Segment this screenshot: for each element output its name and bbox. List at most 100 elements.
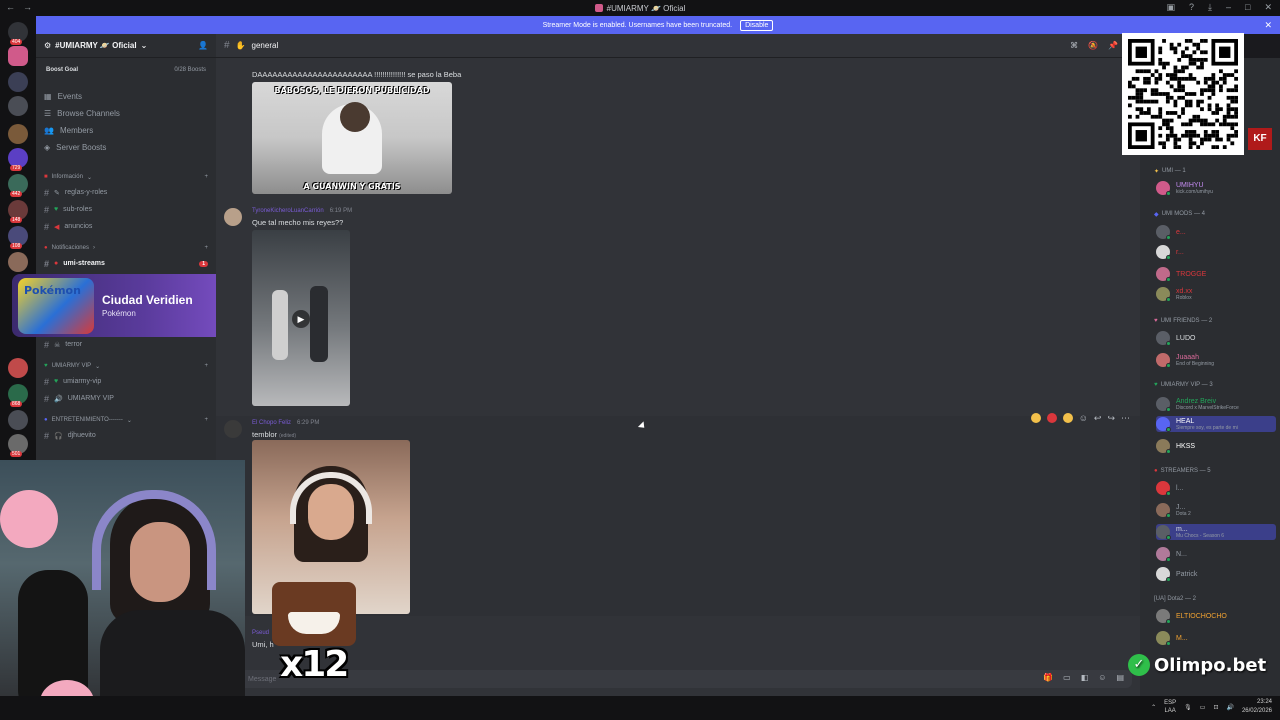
language-indicator[interactable]: ESP LAA <box>1164 699 1176 715</box>
member-row[interactable]: e... <box>1156 224 1276 240</box>
reaction-heart-icon[interactable] <box>1046 413 1057 423</box>
voice-channel-umiarmy-vip[interactable]: # 🔊 UMIARMY VIP <box>36 390 216 407</box>
chevron-up-icon[interactable]: ⌃ <box>1151 704 1156 711</box>
guild-icon[interactable]: 729 <box>8 148 28 171</box>
category-info[interactable]: ■ Información ⌄ + <box>36 170 216 184</box>
sticker-icon[interactable]: ◧ <box>1081 673 1089 682</box>
category-umiarmy-vip[interactable]: ♥ UMIARMY VIP ⌄ + <box>36 359 216 373</box>
reply-icon[interactable]: ↩ <box>1094 413 1102 424</box>
qr-module <box>1188 141 1193 146</box>
avatar[interactable] <box>224 420 242 438</box>
apps-icon[interactable]: ▤ <box>1116 673 1124 682</box>
qr-module <box>1173 69 1178 74</box>
guild-icon[interactable] <box>8 96 28 116</box>
channel-umi-streams[interactable]: # ● umi-streams 1 <box>36 255 216 272</box>
server-header[interactable]: ⚙ #UMIARMY 🪐 Oficial ⌄ 👤 <box>36 34 216 58</box>
author-name[interactable]: El Chopo Feliz <box>252 420 291 426</box>
guild-icon[interactable]: 442 <box>8 174 28 197</box>
member-row[interactable]: l... <box>1156 480 1276 496</box>
member-row[interactable]: N... <box>1156 546 1276 562</box>
now-playing-activity[interactable]: Pokémon Ciudad Veridien Pokémon <box>12 274 232 337</box>
help-icon[interactable]: ? <box>1189 2 1194 13</box>
guild-icon[interactable]: 501 <box>8 434 28 457</box>
video-attachment[interactable]: ▶ <box>252 230 350 406</box>
member-row[interactable]: TROGGE <box>1156 266 1276 282</box>
gift-icon[interactable]: 🎁 <box>1043 673 1053 682</box>
forward-icon[interactable]: ↪ <box>1107 413 1115 424</box>
member-row[interactable]: M... <box>1156 630 1276 646</box>
qr-module <box>1158 73 1163 77</box>
channel-anuncios[interactable]: # ◀ anuncios <box>36 218 216 235</box>
disable-button[interactable]: Disable <box>740 19 774 31</box>
mic-icon[interactable]: 🎙 <box>1184 704 1192 711</box>
home-button[interactable]: 404 <box>8 22 28 45</box>
back-icon[interactable]: ← <box>6 2 15 12</box>
banner-close-icon[interactable]: ✕ <box>1264 20 1272 31</box>
guild-icon[interactable] <box>8 252 28 272</box>
invite-icon[interactable]: 👤 <box>198 41 208 50</box>
download-icon[interactable]: ⤓ <box>1208 2 1212 13</box>
guild-icon[interactable]: 148 <box>8 200 28 223</box>
add-channel-icon[interactable]: + <box>204 417 208 423</box>
clock[interactable]: 23:24 26/02/2026 <box>1242 698 1272 716</box>
reaction-smile-icon[interactable] <box>1062 413 1073 423</box>
member-row[interactable]: Juaaah End of Beginning <box>1156 352 1276 368</box>
member-row[interactable]: r... <box>1156 244 1276 260</box>
category-entretenimiento[interactable]: ● ENTRETENIMIENTO------- ⌄ + <box>36 413 216 427</box>
boost-goal[interactable]: Boost Goal 0/28 Boosts <box>42 62 210 78</box>
voice-channel-djhuevito[interactable]: # 🎧 djhuevito <box>36 427 216 444</box>
guild-icon[interactable]: 868 <box>8 384 28 407</box>
add-channel-icon[interactable]: + <box>204 174 208 180</box>
member-row[interactable]: m... Mu Chocs - Season 6 <box>1156 524 1276 540</box>
volume-icon[interactable]: 🔊 <box>1226 704 1233 711</box>
add-reaction-icon[interactable]: ☺ <box>1079 413 1088 424</box>
channel-umiarmy-vip[interactable]: # ♥ umiarmy-vip <box>36 373 216 390</box>
inbox-icon[interactable]: ▣ <box>1166 2 1175 13</box>
more-icon[interactable]: ⋯ <box>1121 413 1130 424</box>
guild-icon[interactable] <box>8 358 28 378</box>
member-row[interactable]: Andrez Breiv Discord x MarvelStrikeForce <box>1156 396 1276 412</box>
add-channel-icon[interactable]: + <box>204 363 208 369</box>
nav-members[interactable]: 👥 Members <box>36 122 216 139</box>
reaction-laugh-icon[interactable] <box>1030 413 1041 423</box>
notification-icon[interactable]: 🔕 <box>1088 41 1098 50</box>
nav-browse-channels[interactable]: ☰ Browse Channels <box>36 105 216 122</box>
threads-icon[interactable]: ⌘ <box>1070 41 1078 50</box>
member-row[interactable]: UMIHYU kick.com/umihyu <box>1156 180 1276 196</box>
qr-module <box>1230 114 1235 119</box>
guild-icon[interactable] <box>8 124 28 144</box>
meme-image[interactable]: BABOSOS, LE DIERON PUBLICIDAD A GUANWIN … <box>252 82 452 194</box>
channel-reglas-y-roles[interactable]: # ✎ reglas-y-roles <box>36 184 216 201</box>
close-icon[interactable]: ✕ <box>1264 2 1272 13</box>
member-row[interactable]: HEAL Siempre soy, es parte de mi <box>1156 416 1276 432</box>
emoji-icon[interactable]: ☺ <box>1098 673 1106 682</box>
monitor-icon[interactable]: ▭ <box>1200 704 1206 711</box>
nav-server-boosts[interactable]: ◈ Server Boosts <box>36 139 216 156</box>
gif-icon[interactable]: ▭ <box>1063 673 1071 682</box>
minimize-icon[interactable]: – <box>1226 2 1231 13</box>
member-row[interactable]: HKSS <box>1156 438 1276 454</box>
member-row[interactable]: ELTIOCHOCHO <box>1156 608 1276 624</box>
member-row[interactable]: xd.xx Roblox <box>1156 286 1276 302</box>
qr-module <box>1226 137 1231 142</box>
maximize-icon[interactable]: □ <box>1245 2 1250 13</box>
nav-events[interactable]: ▦ Events <box>36 88 216 105</box>
play-icon[interactable]: ▶ <box>292 310 310 328</box>
pin-icon[interactable]: 📌 <box>1108 41 1118 50</box>
guild-icon[interactable] <box>8 410 28 430</box>
os-taskbar: ⌃ ESP LAA 🎙 ▭ ⊡ 🔊 23:24 26/02/2026 <box>0 696 1280 720</box>
author-name[interactable]: TyroneKicheroLuanCarrión <box>252 208 324 214</box>
channel-terror[interactable]: # ☠ terror <box>36 336 216 353</box>
member-row[interactable]: Patrick <box>1156 566 1276 582</box>
network-icon[interactable]: ⊡ <box>1213 704 1218 711</box>
guild-icon[interactable]: 108 <box>8 226 28 249</box>
member-row[interactable]: LUDO <box>1156 330 1276 346</box>
guild-icon[interactable] <box>8 72 28 92</box>
avatar[interactable] <box>224 208 242 226</box>
channel-sub-roles[interactable]: # ♥ sub-roles <box>36 201 216 218</box>
member-row[interactable]: J... Dota 2 <box>1156 502 1276 518</box>
guild-icon-umiarmy[interactable] <box>8 46 28 66</box>
forward-icon[interactable]: → <box>23 2 32 12</box>
add-channel-icon[interactable]: + <box>204 245 208 251</box>
category-notificaciones[interactable]: ● Notificaciones › + <box>36 241 216 255</box>
